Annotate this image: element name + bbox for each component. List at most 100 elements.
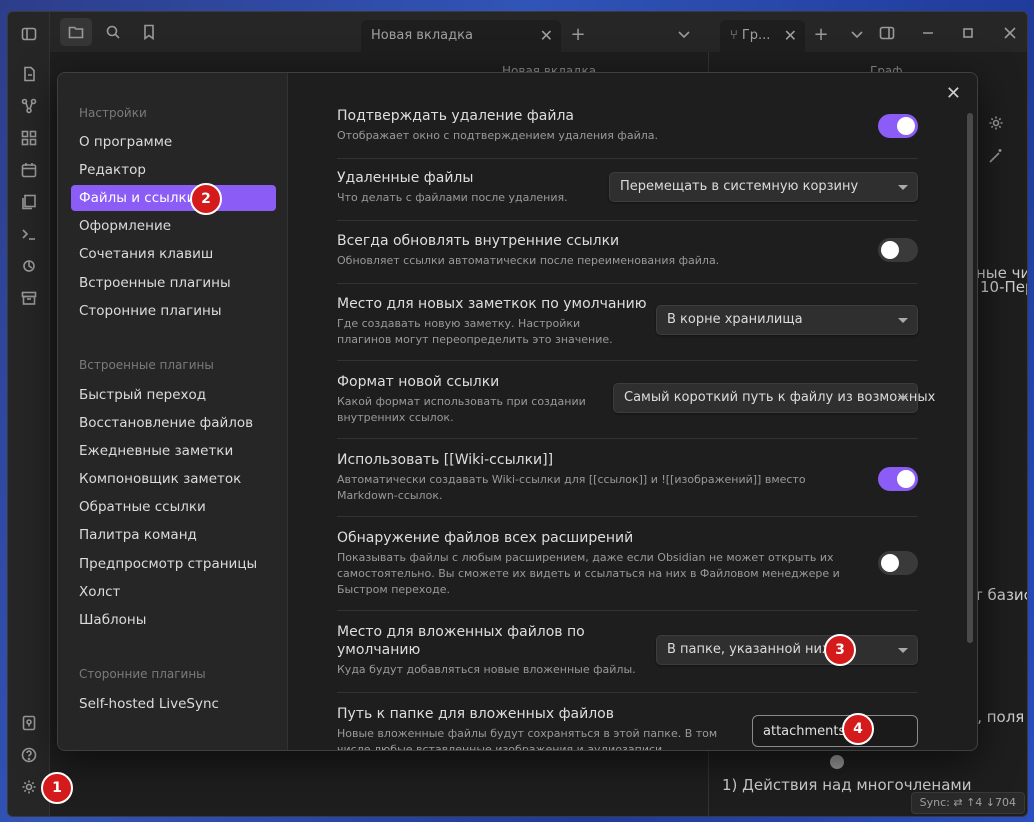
setting-deleted-files: Удаленные файлы Что делать с файлами пос… <box>337 169 918 221</box>
tab-list-chevron-icon[interactable] <box>674 24 694 44</box>
dropdown-value: В корне хранилища <box>667 312 803 327</box>
archive-icon[interactable] <box>19 288 39 308</box>
setting-desc: Обновляет ссылки автоматически после пер… <box>337 254 720 267</box>
nav-item-canvas[interactable]: Холст <box>71 579 276 605</box>
chevron-down-icon <box>898 396 908 401</box>
graph-tab-icon: ⑂ <box>730 28 738 43</box>
setting-attachment-folder: Путь к папке для вложенных файлов Новые … <box>337 705 918 751</box>
section-title: Встроенные плагины <box>79 358 214 372</box>
setting-update-links: Всегда обновлять внутренние ссылки Обнов… <box>337 232 918 284</box>
new-note-icon[interactable] <box>19 64 39 84</box>
settings-gear-icon[interactable] <box>19 777 39 797</box>
section-title: Сторонние плагины <box>79 667 206 681</box>
link-format-dropdown[interactable]: Самый короткий путь к файлу из возможных <box>613 383 935 413</box>
confirm-delete-toggle[interactable] <box>878 114 918 138</box>
graph-node-label: 10-Пер <box>980 278 1027 296</box>
graph-node-label: т базис <box>974 586 1028 604</box>
help-icon[interactable] <box>19 745 39 765</box>
nav-item-hotkeys[interactable]: Сочетания клавиш <box>71 241 276 267</box>
search-icon[interactable] <box>103 22 123 42</box>
setting-desc: Отображает окно с подтверждением удалени… <box>337 129 658 142</box>
graph-node[interactable] <box>830 755 844 769</box>
nav-item-editor[interactable]: Редактор <box>71 157 276 183</box>
setting-desc: Показывать файлы с любым расширением, да… <box>337 551 840 596</box>
setting-desc: Какой формат использовать при создании в… <box>337 395 586 424</box>
new-tab-icon-2[interactable]: + <box>811 24 831 45</box>
canvas-icon[interactable] <box>19 128 39 148</box>
attachment-location-dropdown[interactable]: В папке, указанной ниже <box>656 635 918 665</box>
close-tab-icon[interactable]: ✕ <box>784 26 797 45</box>
setting-new-note-location: Место для новых заметкок по умолчанию Гд… <box>337 295 918 361</box>
nav-item-quick-switcher[interactable]: Быстрый переход <box>71 382 276 408</box>
nav-item-daily-notes[interactable]: Ежедневные заметки <box>71 438 276 464</box>
section-title: Настройки <box>79 106 147 120</box>
nav-item-files-links[interactable]: Файлы и ссылки <box>71 185 276 211</box>
tab-graph[interactable]: ⑂ Гр... ✕ <box>720 20 805 52</box>
new-tab-icon[interactable]: + <box>568 24 588 45</box>
nav-item-backlinks[interactable]: Обратные ссылки <box>71 494 276 520</box>
update-links-toggle[interactable] <box>878 238 918 262</box>
tab-new-tab[interactable]: Новая вкладка ✕ <box>361 20 561 52</box>
setting-name: Использовать [[Wiki-ссылки]] <box>337 452 554 468</box>
nav-item-templates[interactable]: Шаблоны <box>71 607 276 633</box>
dropdown-value: В папке, указанной ниже <box>667 642 842 657</box>
settings-scrollbar[interactable] <box>967 113 973 643</box>
tab-label: Гр... <box>741 28 771 43</box>
minimize-icon[interactable] <box>918 23 938 43</box>
attachment-folder-input[interactable] <box>752 715 918 747</box>
nav-item-file-recovery[interactable]: Восстановление файлов <box>71 410 276 436</box>
terminal-icon[interactable] <box>19 224 39 244</box>
maximize-icon[interactable] <box>958 23 978 43</box>
graph-settings-icon[interactable] <box>986 113 1006 133</box>
nav-item-page-preview[interactable]: Предпросмотр страницы <box>71 551 276 577</box>
setting-name: Обнаружение файлов всех расширений <box>337 530 634 546</box>
vault-icon[interactable] <box>19 713 39 733</box>
nav-item-note-composer[interactable]: Компоновщик заметок <box>71 466 276 492</box>
annotation-badge: 2 <box>190 183 222 215</box>
graph-view-icon[interactable] <box>19 96 39 116</box>
annotation-badge: 4 <box>842 713 874 745</box>
setting-confirm-delete: Подтверждать удаление файла Отображает о… <box>337 107 918 159</box>
setting-wikilinks: Использовать [[Wiki-ссылки]] Автоматичес… <box>337 451 918 517</box>
tab-list-chevron-icon-2[interactable] <box>847 24 867 44</box>
nav-item-core-plugins[interactable]: Встроенные плагины <box>71 270 276 296</box>
setting-link-format: Формат новой ссылки Какой формат использ… <box>337 373 935 439</box>
nav-item-about[interactable]: О программе <box>71 129 276 155</box>
annotation-badge: 1 <box>41 772 73 804</box>
bookmark-icon[interactable] <box>139 22 159 42</box>
wikilinks-toggle[interactable] <box>878 467 918 491</box>
folder-icon[interactable] <box>66 22 86 42</box>
sync-icon[interactable] <box>19 256 39 276</box>
window-close-icon[interactable] <box>1000 23 1020 43</box>
setting-desc: Автоматически создавать Wiki-ссылки для … <box>337 473 806 502</box>
dropdown-value: Перемещать в системную корзину <box>620 179 859 194</box>
detect-all-files-toggle[interactable] <box>878 551 918 575</box>
setting-detect-all-files: Обнаружение файлов всех расширений Показ… <box>337 529 918 611</box>
setting-name: Место для вложенных файлов по умолчанию <box>337 624 585 658</box>
tab-label: Новая вкладка <box>371 28 473 43</box>
setting-desc: Новые вложенные файлы будут сохраняться … <box>337 727 718 751</box>
calendar-icon[interactable] <box>19 160 39 180</box>
close-tab-icon[interactable]: ✕ <box>540 26 553 45</box>
title-bar: Новая вкладка ✕ + ⑂ Гр... ✕ + <box>50 12 1027 52</box>
setting-name: Подтверждать удаление файла <box>337 108 575 124</box>
nav-item-appearance[interactable]: Оформление <box>71 213 276 239</box>
chevron-down-icon <box>898 318 908 323</box>
setting-desc: Где создавать новую заметку. Настройки п… <box>337 317 613 346</box>
settings-sidebar: Настройки О программе Редактор Файлы и с… <box>58 73 288 750</box>
chevron-down-icon <box>898 648 908 653</box>
dropdown-value: Самый короткий путь к файлу из возможных <box>624 390 936 405</box>
nav-item-livesync[interactable]: Self-hosted LiveSync <box>71 691 276 717</box>
chevron-down-icon <box>898 185 908 190</box>
left-ribbon <box>8 12 50 816</box>
magic-wand-icon[interactable] <box>986 146 1006 166</box>
close-modal-icon[interactable]: ✕ <box>946 83 961 104</box>
sidebar-toggle-icon[interactable] <box>19 24 39 44</box>
nav-item-command-palette[interactable]: Палитра команд <box>71 522 276 548</box>
settings-content: ✕ Подтверждать удаление файла Отображает… <box>289 73 977 750</box>
new-note-location-dropdown[interactable]: В корне хранилища <box>656 305 918 335</box>
right-sidebar-toggle-icon[interactable] <box>877 23 897 43</box>
nav-item-community-plugins[interactable]: Сторонние плагины <box>71 298 276 324</box>
deleted-files-dropdown[interactable]: Перемещать в системную корзину <box>609 172 918 202</box>
templates-icon[interactable] <box>19 192 39 212</box>
